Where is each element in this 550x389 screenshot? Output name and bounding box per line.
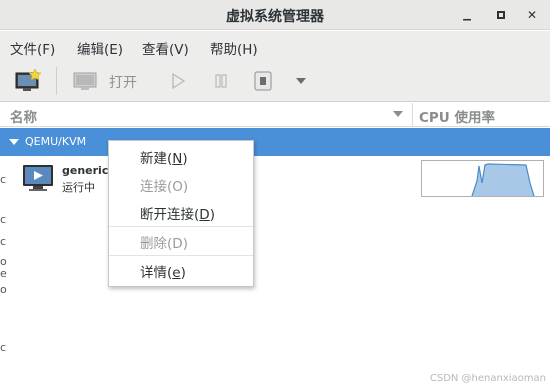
open-label: 打开: [109, 75, 137, 91]
menu-help[interactable]: 帮助(H): [210, 38, 258, 58]
ctx-label: 断开连接(: [140, 207, 200, 223]
context-new[interactable]: 新建(N): [109, 143, 253, 169]
ctx-mnemonic: O: [172, 179, 183, 195]
menu-view[interactable]: 查看(V): [142, 38, 189, 58]
minimize-button[interactable]: ▁: [459, 7, 475, 23]
ctx-mnemonic: N: [172, 151, 183, 167]
cpu-usage-sparkline: [471, 163, 535, 197]
vm-row[interactable]: generic 运行中: [0, 157, 550, 199]
edge-char: c: [0, 235, 7, 248]
toolbar: 打开: [0, 61, 550, 102]
context-separator: [109, 226, 253, 227]
ctx-label-end: ): [182, 236, 188, 252]
stop-icon: [254, 71, 272, 91]
context-disconnect[interactable]: 断开连接(D): [109, 199, 253, 225]
column-divider[interactable]: [412, 103, 413, 127]
vm-running-icon: [23, 165, 53, 191]
play-icon: [172, 73, 186, 89]
column-cpu-header[interactable]: CPU 使用率: [419, 106, 495, 126]
ctx-label-end: ): [180, 265, 186, 281]
edge-char: c: [0, 213, 7, 226]
title-bar: 虚拟系统管理器 ▁ ✕: [0, 0, 550, 30]
edge-char: e: [0, 267, 7, 280]
edge-char: o: [0, 283, 7, 296]
ctx-label-end: ): [182, 151, 188, 167]
column-header: 名称 CPU 使用率: [0, 103, 550, 127]
vm-state: 运行中: [62, 181, 95, 194]
menu-file[interactable]: 文件(F): [10, 38, 55, 58]
pause-button[interactable]: [213, 73, 229, 89]
ctx-label: 连接(: [140, 179, 173, 195]
ctx-label: 删除(: [140, 236, 173, 252]
new-vm-icon: [15, 69, 42, 91]
toolbar-separator: [56, 67, 57, 95]
vm-name: generic: [62, 164, 109, 177]
maximize-button[interactable]: [493, 7, 509, 23]
shutdown-menu-button[interactable]: [296, 78, 306, 84]
expander-icon[interactable]: [9, 139, 19, 145]
sort-arrow-icon: [393, 111, 403, 117]
close-button[interactable]: ✕: [524, 7, 540, 23]
ctx-mnemonic: D: [199, 207, 210, 223]
column-name-header[interactable]: 名称: [10, 106, 37, 126]
open-button[interactable]: 打开: [73, 71, 137, 93]
ctx-label: 详情(: [140, 265, 173, 281]
cpu-usage-graph: [421, 160, 544, 197]
shutdown-button[interactable]: [254, 71, 272, 91]
edge-char: c: [0, 173, 7, 186]
close-icon: ✕: [526, 8, 538, 22]
ctx-label-end: ): [209, 207, 215, 223]
context-connect: 连接(O): [109, 171, 253, 197]
context-menu: 新建(N) 连接(O) 断开连接(D) 删除(D) 详情(e): [108, 140, 254, 287]
watermark: CSDN @henanxiaoman: [429, 373, 546, 384]
minimize-icon: ▁: [463, 9, 471, 21]
monitor-icon: [73, 72, 97, 90]
ctx-label-end: ): [182, 179, 189, 195]
run-button[interactable]: [170, 73, 186, 89]
maximize-icon: [497, 11, 505, 19]
new-vm-button[interactable]: [14, 69, 42, 93]
context-separator: [109, 255, 253, 256]
ctx-label: 新建(: [140, 151, 173, 167]
ctx-mnemonic: D: [172, 236, 183, 252]
connection-label: QEMU/KVM: [25, 135, 87, 148]
edge-char: c: [0, 341, 7, 354]
context-details[interactable]: 详情(e): [109, 257, 253, 283]
chevron-down-icon: [296, 78, 306, 84]
context-delete: 删除(D): [109, 228, 253, 254]
menu-bar: 文件(F) 编辑(E) 查看(V) 帮助(H): [0, 31, 550, 61]
background-window-edge: c c c o e o c: [0, 156, 8, 389]
menu-edit[interactable]: 编辑(E): [77, 38, 123, 58]
ctx-mnemonic: e: [172, 265, 181, 281]
connection-row[interactable]: QEMU/KVM: [0, 128, 550, 156]
pause-icon: [215, 74, 227, 88]
